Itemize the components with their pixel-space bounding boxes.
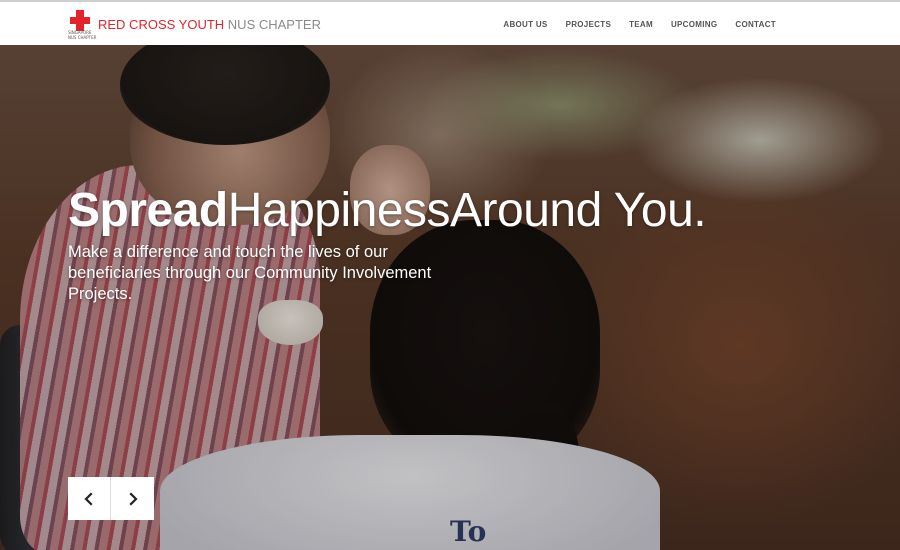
carousel-next-button[interactable]	[111, 477, 154, 520]
hero-carousel: To SpreadHappinessAround You. Make a dif…	[0, 45, 900, 550]
carousel-controls	[68, 477, 154, 520]
chevron-left-icon	[84, 491, 93, 506]
logo-caption: SINGAPORE NUS CHAPTER	[68, 30, 97, 40]
nav-projects[interactable]: PROJECTS	[566, 20, 612, 29]
nav-team[interactable]: TEAM	[629, 20, 653, 29]
hero-headline: SpreadHappinessAround You.	[68, 184, 707, 237]
carousel-prev-button[interactable]	[68, 477, 111, 520]
hero-headline-light: HappinessAround You.	[227, 184, 707, 237]
brand-link[interactable]: SINGAPORE NUS CHAPTER RED CROSS YOUTH NU…	[68, 10, 321, 42]
nav-about-us[interactable]: ABOUT US	[503, 20, 547, 29]
main-nav: ABOUT US PROJECTS TEAM UPCOMING CONTACT	[503, 2, 776, 47]
brand-name-grey: NUS CHAPTER	[227, 17, 321, 32]
brand-name: RED CROSS YOUTH NUS CHAPTER	[98, 17, 321, 32]
red-cross-logo: SINGAPORE NUS CHAPTER	[68, 10, 96, 42]
hero-headline-bold: Spread	[68, 184, 228, 237]
hero-subtext: Make a difference and touch the lives of…	[68, 243, 432, 303]
navbar: SINGAPORE NUS CHAPTER RED CROSS YOUTH NU…	[0, 0, 900, 45]
brand-name-red: RED CROSS YOUTH	[98, 17, 225, 32]
cross-horizontal-bar	[70, 17, 90, 24]
nav-upcoming[interactable]: UPCOMING	[671, 20, 717, 29]
chevron-right-icon	[128, 491, 138, 506]
nav-contact[interactable]: CONTACT	[735, 20, 776, 29]
